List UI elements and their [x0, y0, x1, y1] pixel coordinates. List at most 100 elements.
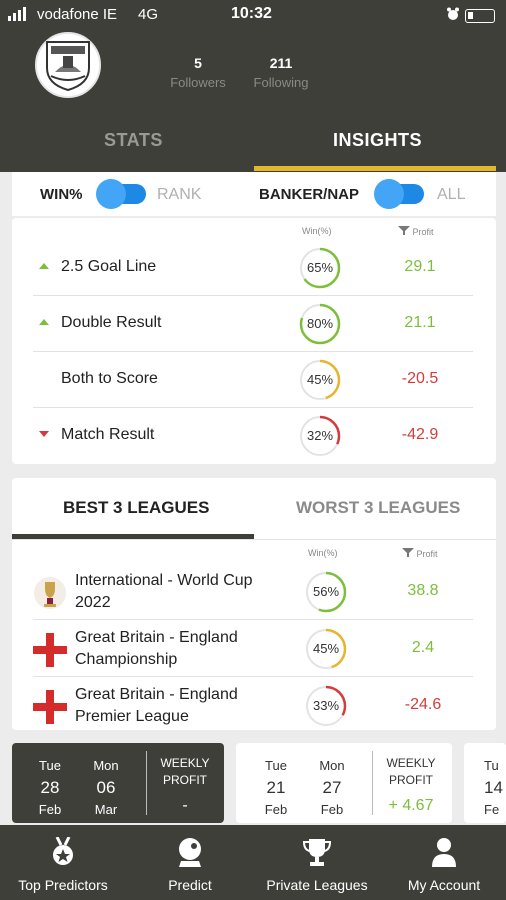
funnel-icon [398, 226, 410, 235]
network-type: 4G [138, 6, 159, 23]
league-name: International - World Cup 2022 [75, 570, 253, 614]
signal-icon [8, 7, 26, 21]
trend-up-icon [39, 263, 49, 269]
weekly-label: WEEKLY [160, 756, 210, 770]
week-start: Tue 28 Feb [30, 755, 70, 821]
following-label: Following [253, 75, 309, 90]
market-name: Both to Score [61, 370, 158, 387]
market-row[interactable]: Match Result 32% -42.9 [33, 408, 473, 464]
league-name-line2: Championship [75, 651, 178, 668]
nav-predict[interactable]: Predict [140, 825, 240, 900]
week-end-month: Feb [320, 802, 344, 817]
league-name-line1: Great Britain - England [75, 629, 238, 646]
profit-value: 2.4 [411, 639, 435, 656]
weekly-label: WEEKLY [386, 756, 436, 770]
win-rate-value: 80% [306, 316, 334, 331]
week-end-day: Mon [93, 758, 119, 773]
tab-stats[interactable]: STATS [104, 130, 163, 151]
tab-insights[interactable]: INSIGHTS [333, 130, 422, 151]
profit-value: -42.9 [401, 426, 439, 443]
win-label: WIN% [40, 186, 83, 203]
divider [146, 751, 147, 815]
week-start-day: Tu [484, 758, 499, 773]
week-card-current[interactable]: Tue 28 Feb Mon 06 Mar WEEKLY PROFIT - [12, 743, 224, 823]
week-card-older[interactable]: Tu 14 Fe [464, 743, 506, 823]
medal-icon [53, 837, 73, 865]
weekly-profit-value: + 4.67 [388, 797, 434, 814]
trophy-icon [303, 839, 331, 866]
tab-worst-leagues[interactable]: WORST 3 LEAGUES [296, 498, 460, 518]
filter-toggles: WIN% RANK BANKER/NAP ALL [12, 172, 496, 216]
trend-down-icon [39, 431, 49, 437]
divider [12, 539, 496, 540]
followers-label: Followers [170, 75, 226, 90]
win-rate-value: 45% [312, 641, 340, 656]
active-tab-indicator [254, 166, 496, 171]
profit-value: 21.1 [404, 314, 436, 331]
week-end: Mon 06 Mar [86, 755, 126, 821]
tab-best-leagues[interactable]: BEST 3 LEAGUES [63, 498, 209, 518]
week-card-previous[interactable]: Tue 21 Feb Mon 27 Feb WEEKLY PROFIT + 4.… [236, 743, 452, 823]
battery-icon [465, 9, 495, 23]
win-rate-value: 45% [306, 372, 334, 387]
win-rate-value: 33% [312, 698, 340, 713]
league-profit-column-header: Profit [402, 548, 438, 559]
status-bar: vodafone IE 4G 10:32 [0, 4, 506, 26]
followers-stat[interactable]: 5 Followers [163, 55, 233, 90]
week-start-month: Feb [264, 802, 288, 817]
nav-label: Private Leagues [266, 877, 368, 893]
win-rate-value: 32% [306, 428, 334, 443]
following-count: 211 [269, 55, 293, 71]
nav-top-predictors[interactable]: Top Predictors [10, 825, 116, 900]
england-flag-icon [33, 690, 67, 724]
following-stat[interactable]: 211 Following [246, 55, 316, 90]
profit-header-label: Profit [412, 227, 434, 237]
profit-column-header: Profit [398, 226, 434, 237]
nav-label: My Account [407, 877, 481, 893]
win-rate-ring: 65% [298, 246, 342, 290]
week-end-day: Mon [319, 758, 345, 773]
trend-up-icon [39, 319, 49, 325]
toggle-knob [374, 179, 404, 209]
nav-private-leagues[interactable]: Private Leagues [262, 825, 372, 900]
league-name-line1: Great Britain - England [75, 686, 238, 703]
league-name-line1: International - World Cup [75, 572, 253, 589]
crystal-ball-icon [179, 838, 201, 867]
week-start-month: Feb [38, 802, 62, 817]
week-start-month: Fe [484, 802, 500, 817]
market-row[interactable]: Double Result 80% 21.1 [33, 296, 473, 352]
divider [372, 751, 373, 815]
england-flag-icon [33, 633, 67, 667]
carrier-name: vodafone IE [37, 6, 118, 23]
funnel-icon [402, 548, 414, 557]
week-end-month: Mar [94, 802, 118, 817]
market-row[interactable]: Both to Score 45% -20.5 [33, 352, 473, 408]
profit-label: PROFIT [163, 773, 207, 787]
win-rate-value: 56% [312, 584, 340, 599]
nav-label: Predict [168, 877, 212, 893]
win-rate-value: 65% [306, 260, 334, 275]
market-name: Double Result [61, 314, 162, 331]
followers-count: 5 [194, 55, 202, 71]
toggle-knob [96, 179, 126, 209]
league-profit-header-label: Profit [416, 549, 438, 559]
all-label: ALL [437, 186, 466, 203]
nav-my-account[interactable]: My Account [396, 825, 492, 900]
crest-icon [46, 41, 90, 92]
week-end: Mon 27 Feb [312, 755, 352, 821]
league-row[interactable]: Great Britain - England Championship 45% 2.… [33, 621, 473, 677]
league-row[interactable]: Great Britain - England Premier League 33%… [33, 678, 473, 734]
banker-all-toggle[interactable] [374, 179, 424, 209]
week-start-date: 21 [266, 778, 286, 797]
win-rank-toggle[interactable] [96, 179, 146, 209]
alarm-icon [447, 7, 459, 20]
market-row[interactable]: 2.5 Goal Line 65% 29.1 [33, 240, 473, 296]
league-row[interactable]: International - World Cup 2022 56% 38.8 [33, 564, 473, 620]
league-name-line2: Premier League [75, 708, 189, 725]
club-crest-avatar[interactable] [35, 32, 101, 98]
win-rate-ring: 56% [304, 570, 348, 614]
week-end-date: 06 [96, 778, 116, 797]
profit-value: -20.5 [401, 370, 439, 387]
profit-value: 38.8 [407, 582, 439, 599]
league-name: Great Britain - England Championship [75, 627, 238, 671]
